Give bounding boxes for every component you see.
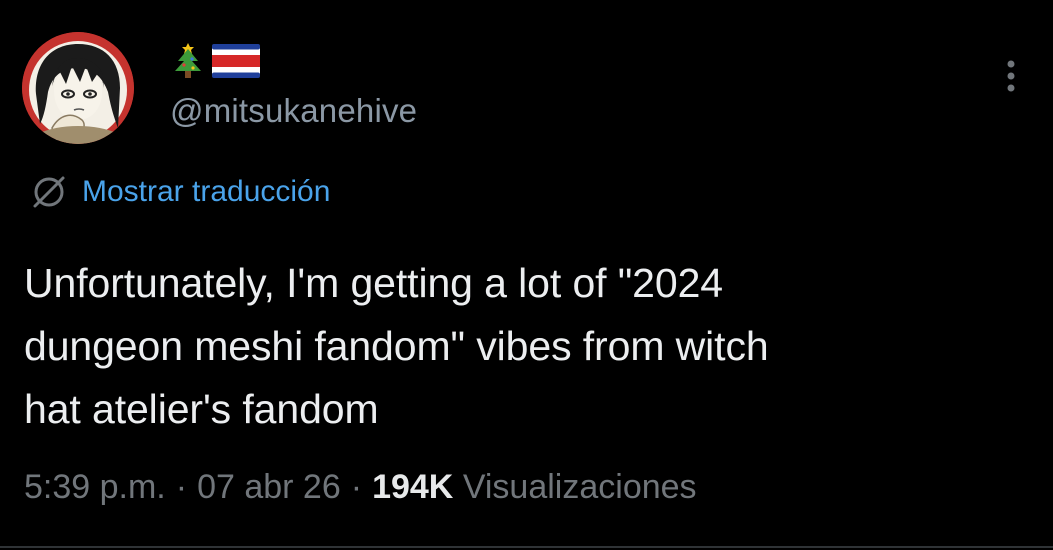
globe-slash-icon: [33, 176, 65, 208]
tweet-metadata: 5:39 p.m. · 07 abr 26 · 194K Visualizaciones: [24, 468, 697, 507]
christmas-tree-emoji: [175, 43, 201, 78]
vertical-ellipsis-icon: [1007, 60, 1015, 92]
views-label: Visualizaciones: [462, 468, 697, 506]
tweet-text-line: hat atelier's fandom: [24, 386, 379, 432]
tweet-text-line: Unfortunately, I'm getting a lot of "202…: [24, 260, 723, 306]
tweet-text-line: dungeon meshi fandom" vibes from witch: [24, 323, 769, 369]
views-count: 194K: [372, 468, 454, 506]
tweet-time[interactable]: 5:39 p.m.: [24, 468, 166, 506]
avatar[interactable]: [22, 32, 134, 144]
costa-rica-flag-emoji: [212, 44, 260, 78]
user-handle[interactable]: @mitsukanehive: [170, 92, 417, 130]
tweet-date[interactable]: 07 abr 26: [197, 468, 341, 506]
show-translation-link[interactable]: Mostrar traducción: [30, 172, 330, 212]
display-name-emojis: [170, 40, 260, 82]
separator: ·: [350, 468, 363, 506]
more-options-button[interactable]: [1000, 56, 1022, 96]
tweet: @mitsukanehive Mostrar traducción Unfort…: [0, 0, 1053, 550]
tweet-text: Unfortunately, I'm getting a lot of "202…: [24, 252, 1024, 441]
divider: [0, 546, 1053, 548]
anime-avatar: [22, 32, 134, 144]
separator: ·: [175, 468, 188, 506]
show-translation-label: Mostrar traducción: [82, 175, 331, 208]
